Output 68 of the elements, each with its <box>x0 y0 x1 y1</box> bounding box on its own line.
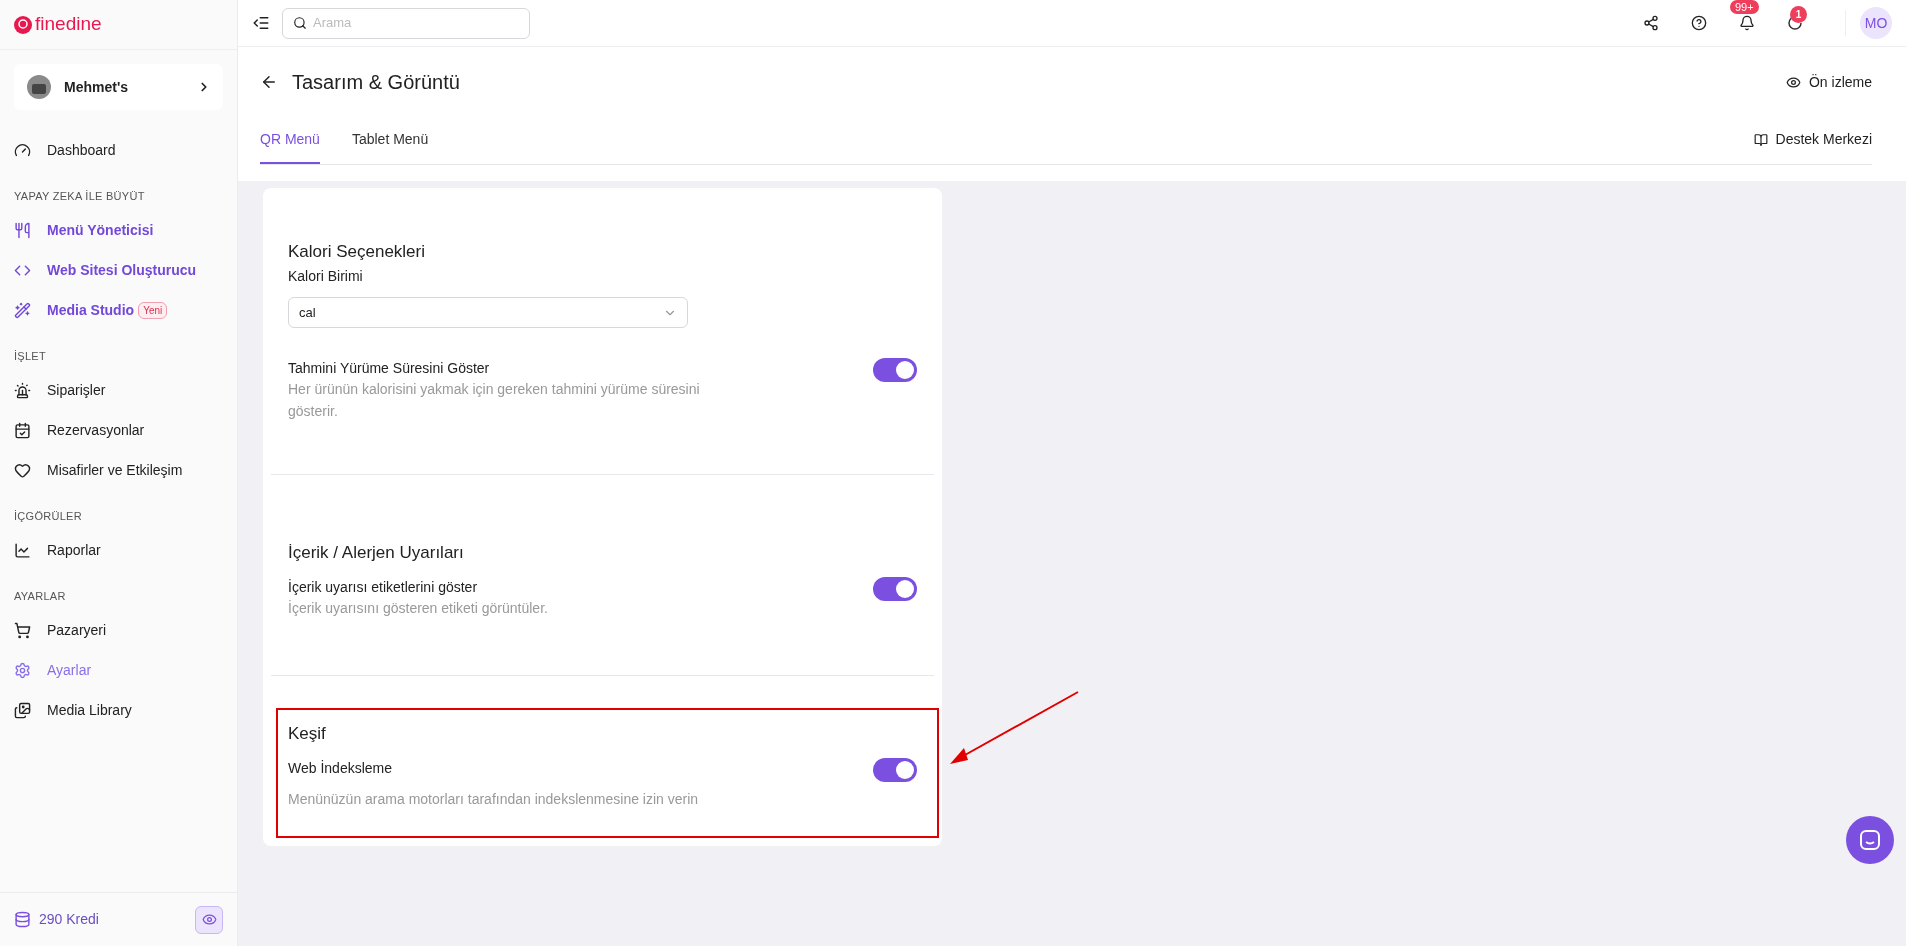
credits-label: 290 Kredi <box>39 910 100 929</box>
preview-button[interactable]: Ön izleme <box>1785 71 1872 93</box>
settings-icon <box>14 661 31 679</box>
section-heading: AYARLAR <box>13 588 67 604</box>
gauge-icon <box>14 141 31 159</box>
sidebar-item[interactable]: Media Studio Yeni <box>0 290 237 330</box>
update-count: 1 <box>1790 6 1807 23</box>
search-input[interactable]: Arama <box>313 13 519 33</box>
setting-label: İçerik uyarısı etiketlerini göster <box>288 578 479 597</box>
sidebar-item[interactable]: Misafirler ve Etkileşim <box>0 450 237 490</box>
toggle-switch[interactable] <box>873 577 917 601</box>
sidebar-item[interactable]: Raporlar <box>0 530 237 570</box>
share-icon[interactable] <box>1643 15 1659 31</box>
section-title: Keşif <box>288 723 327 745</box>
eye-button[interactable] <box>195 905 223 934</box>
page-title: Tasarım & Görüntü <box>292 70 461 95</box>
sidebar-item[interactable]: Menü Yöneticisi <box>0 210 237 250</box>
search-field[interactable]: Arama <box>282 7 530 39</box>
setting-description: İçerik uyarısını gösteren etiketi görüntüler. <box>288 599 548 618</box>
sidebar-item[interactable]: Media Library <box>0 690 237 730</box>
calendar-check-icon <box>14 421 31 439</box>
book-icon <box>1753 132 1768 147</box>
section-title: Kalori Seçenekleri <box>288 241 426 263</box>
chat-button[interactable] <box>1846 816 1894 864</box>
sidebar-item[interactable]: Web Sitesi Oluşturucu <box>0 250 237 290</box>
fork-knife-icon <box>14 221 31 239</box>
sidebar-item[interactable]: Ayarlar <box>0 650 237 690</box>
logo-icon <box>14 15 32 34</box>
setting-label: Web İndeksleme <box>288 759 393 778</box>
toggle-switch[interactable] <box>873 758 917 782</box>
help-icon[interactable] <box>1691 15 1707 31</box>
venue-avatar-icon <box>26 74 52 100</box>
section-heading: İŞLET <box>13 348 47 364</box>
venue-selector[interactable]: Mehmet's <box>14 64 223 110</box>
eye-icon <box>1785 74 1801 90</box>
tab[interactable]: QR Menü <box>260 117 320 164</box>
setting-description: Menünüzün arama motorları tarafından indekslenmesine izin verin <box>288 790 699 809</box>
sidebar-item[interactable]: Siparişler <box>0 370 237 410</box>
help-center-link[interactable]: Destek Merkezi <box>1753 117 1872 164</box>
sidebar-item[interactable]: Pazaryeri <box>0 610 237 650</box>
bell-icon[interactable] <box>1739 15 1755 31</box>
new-badge: Yeni <box>138 301 168 319</box>
setting-label: Tahmini Yürüme Süresini Göster <box>288 359 491 378</box>
notification-count: 99+ <box>1730 0 1759 14</box>
field-label: Kalori Birimi <box>288 267 364 286</box>
siren-icon <box>14 381 31 399</box>
unit-select[interactable]: cal <box>288 297 688 328</box>
chat-icon <box>1859 829 1881 851</box>
brand-name: finedine <box>35 12 102 37</box>
line-chart-icon <box>14 541 31 559</box>
database-icon <box>14 911 31 928</box>
tab[interactable]: Tablet Menü <box>351 117 429 164</box>
search-icon <box>293 16 307 30</box>
toggle-switch[interactable] <box>873 358 917 382</box>
setting-description: Her ürünün kalorisini yakmak için gereken tahmini yürüme süresini gösterir. <box>288 380 701 421</box>
back-button[interactable] <box>260 73 278 91</box>
sidebar-item[interactable]: Rezervasyonlar <box>0 410 237 450</box>
images-icon <box>14 701 31 719</box>
eye-icon <box>201 912 217 927</box>
magic-wand-icon <box>14 301 31 319</box>
user-avatar[interactable]: MO <box>1860 7 1892 39</box>
section-title: İçerik / Alerjen Uyarıları <box>288 542 465 564</box>
cart-icon <box>14 621 31 639</box>
heart-icon <box>14 461 31 479</box>
menu-icon[interactable] <box>252 14 270 32</box>
section-heading: İÇGÖRÜLER <box>13 508 83 524</box>
sidebar-item[interactable]: Dashboard <box>0 130 237 170</box>
section-heading: YAPAY ZEKA İLE BÜYÜT <box>13 188 146 204</box>
